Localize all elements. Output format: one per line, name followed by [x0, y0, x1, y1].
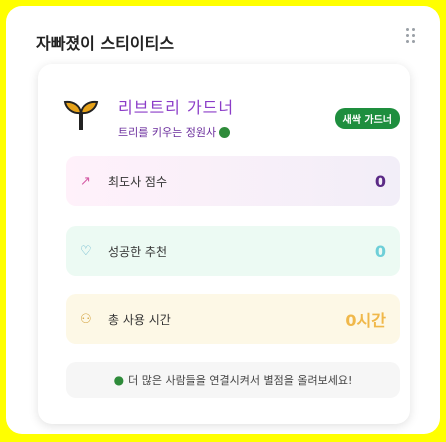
stat-label: 최도사 점수	[108, 174, 168, 189]
stat-value: 0	[374, 171, 386, 191]
gardener-subtitle-text: 트리를 키우는 정원사	[118, 126, 217, 139]
drag-handle-icon[interactable]	[406, 28, 416, 44]
stat-value: 0	[374, 241, 386, 261]
users-icon: ⚇	[80, 311, 92, 327]
trending-up-icon: ↗	[80, 173, 91, 189]
heart-icon: ♡	[80, 243, 92, 259]
stat-label: 성공한 추천	[108, 244, 168, 259]
stat-value: 0시간	[345, 311, 386, 330]
stats-card: 자빠졌이 스티이티스 리브트리 가드너 트리를 키우는 정원사 새싹 가드너 ↗…	[6, 6, 440, 434]
page-title: 자빠졌이 스티이티스	[36, 34, 175, 53]
gardener-subtitle: 트리를 키우는 정원사	[118, 124, 231, 140]
pin-icon: ●	[113, 373, 125, 387]
stat-score: ↗ 최도사 점수 0	[66, 156, 400, 206]
gardener-panel: 리브트리 가드너 트리를 키우는 정원사 새싹 가드너 ↗ 최도사 점수 0 ♡…	[38, 64, 410, 424]
stat-label: 총 사용 시간	[108, 312, 171, 327]
gardener-name: 리브트리 가드너	[118, 98, 235, 117]
stat-recommendations: ♡ 성공한 추천 0	[66, 226, 400, 276]
tip-text: 더 많은 사람들을 연결시켜서 별점을 올려보세요!	[128, 374, 353, 387]
stat-usage-time: ⚇ 총 사용 시간 0시간	[66, 294, 400, 344]
level-badge: 새싹 가드너	[334, 108, 400, 129]
tip-note: ● 더 많은 사람들을 연결시켜서 별점을 올려보세요!	[66, 362, 400, 398]
tree-icon	[219, 126, 231, 138]
sprout-icon	[63, 100, 99, 130]
